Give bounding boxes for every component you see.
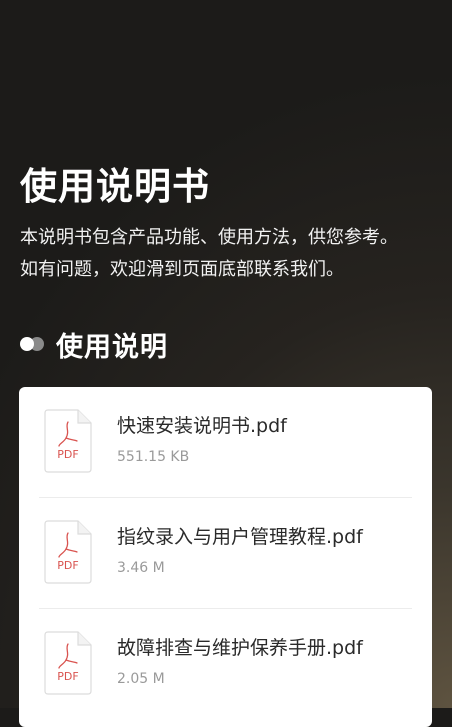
section-title: 使用说明: [56, 331, 168, 363]
pdf-file-icon: PDF: [44, 409, 92, 473]
file-name: 故障排查与维护保养手册.pdf: [117, 637, 363, 659]
file-item[interactable]: PDF 快速安装说明书.pdf 551.15 KB: [39, 387, 412, 498]
file-size: 3.46 M: [117, 560, 165, 576]
pdf-file-icon: PDF: [44, 631, 92, 695]
dot-front: [20, 337, 34, 351]
pdf-badge: PDF: [57, 559, 78, 572]
file-item[interactable]: PDF 故障排查与维护保养手册.pdf 2.05 M: [39, 609, 412, 719]
file-name: 快速安装说明书.pdf: [117, 415, 287, 437]
page-description: 本说明书包含产品功能、使用方法，供您参考。 如有问题，欢迎滑到页面底部联系我们。: [20, 222, 440, 286]
file-name: 指纹录入与用户管理教程.pdf: [117, 526, 363, 548]
description-line: 本说明书包含产品功能、使用方法，供您参考。: [20, 227, 398, 248]
file-item[interactable]: PDF 指纹录入与用户管理教程.pdf 3.46 M: [39, 498, 412, 609]
pdf-badge: PDF: [57, 448, 78, 461]
section-dots-icon: [20, 336, 46, 352]
file-list-card: PDF 快速安装说明书.pdf 551.15 KB PDF 指纹录入与用户管理教…: [19, 387, 432, 727]
file-size: 551.15 KB: [117, 449, 190, 465]
section-header: 使用说明: [20, 324, 168, 364]
pdf-file-icon: PDF: [44, 520, 92, 584]
page-title: 使用说明书: [20, 165, 210, 208]
description-line: 如有问题，欢迎滑到页面底部联系我们。: [20, 259, 344, 280]
file-size: 2.05 M: [117, 671, 165, 687]
pdf-badge: PDF: [57, 670, 78, 683]
